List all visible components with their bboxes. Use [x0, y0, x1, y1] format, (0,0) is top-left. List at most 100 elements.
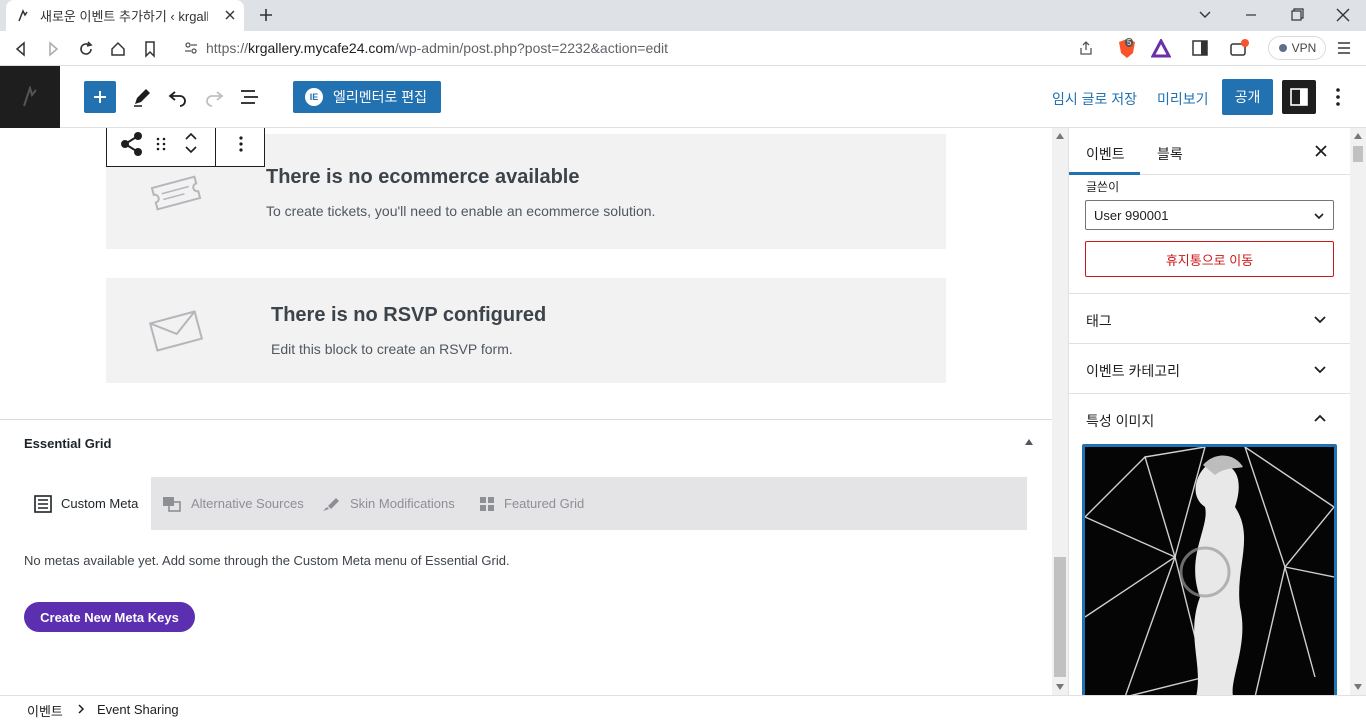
bookmark-icon[interactable]: [141, 40, 159, 58]
vpn-label: VPN: [1291, 41, 1317, 55]
site-favicon-icon: [18, 8, 28, 21]
undo-icon[interactable]: [166, 85, 190, 109]
tab-custom-meta[interactable]: Custom Meta: [24, 477, 151, 530]
back-icon[interactable]: [12, 40, 30, 58]
browser-tab-bar: 새로운 이벤트 추가하기 ‹ krgallery: [0, 0, 1366, 31]
redo-icon[interactable]: [202, 85, 226, 109]
tab-search-chevron-icon[interactable]: [1195, 6, 1215, 24]
close-window-icon[interactable]: [1333, 6, 1353, 24]
tools-pencil-icon[interactable]: [130, 85, 154, 109]
brave-shields-icon[interactable]: 5: [1117, 38, 1137, 60]
minimize-icon[interactable]: [1241, 6, 1261, 24]
chevron-down-icon: [1314, 316, 1326, 324]
scroll-down-icon[interactable]: [1056, 684, 1064, 690]
add-block-button[interactable]: [84, 81, 116, 113]
site-logo-icon: [23, 86, 37, 107]
move-up-icon[interactable]: [183, 130, 199, 142]
rsvp-block[interactable]: There is no RSVP configured Edit this bl…: [106, 278, 946, 383]
tab-custom-meta-label: Custom Meta: [61, 496, 139, 511]
panel-event-categories-label: 이벤트 카테고리: [1086, 363, 1181, 379]
sidebar-scrollbar[interactable]: [1350, 128, 1366, 695]
panel-tags[interactable]: 태그: [1069, 293, 1350, 343]
sidebar-scroll-thumb[interactable]: [1353, 146, 1363, 162]
brave-rewards-icon[interactable]: [1151, 39, 1171, 59]
editor-scroll-thumb[interactable]: [1054, 557, 1066, 677]
edit-with-elementor-button[interactable]: IE 엘리멘터로 편집: [293, 81, 441, 113]
panel-featured-image[interactable]: 특성 이미지: [1069, 393, 1350, 443]
editor-canvas: There is no ecommerce available To creat…: [0, 128, 1052, 695]
tab-skin-modifications[interactable]: Skin Modifications: [321, 477, 455, 530]
ticket-icon: [150, 175, 202, 211]
tab-block[interactable]: 블록: [1157, 144, 1183, 164]
close-sidebar-icon[interactable]: [1312, 142, 1330, 160]
drag-handle-icon[interactable]: [155, 136, 167, 152]
address-bar[interactable]: https://krgallery.mycafe24.com/wp-admin/…: [172, 35, 1106, 62]
more-options-icon[interactable]: [1328, 85, 1348, 109]
wallet-icon[interactable]: [1229, 38, 1251, 58]
collapse-arrow-icon[interactable]: [1024, 438, 1034, 446]
scroll-up-icon[interactable]: [1056, 133, 1064, 139]
share-page-icon[interactable]: [1078, 40, 1094, 56]
panel-tags-label: 태그: [1086, 313, 1112, 329]
save-draft-button[interactable]: 임시 글로 저장: [1052, 89, 1137, 109]
block-options-icon[interactable]: [231, 134, 251, 154]
site-logo-button[interactable]: [0, 66, 60, 128]
publish-button[interactable]: 공개: [1222, 79, 1273, 115]
chevron-down-icon: [1314, 213, 1324, 220]
list-icon: [34, 494, 52, 513]
brush-icon: [323, 497, 339, 511]
forward-icon[interactable]: [44, 40, 62, 58]
panel-featured-image-label: 특성 이미지: [1086, 413, 1155, 429]
url-host: krgallery.mycafe24.com: [248, 40, 395, 56]
browser-menu-icon[interactable]: [1336, 40, 1352, 56]
chevron-down-icon: [1314, 366, 1326, 374]
panel-event-categories[interactable]: 이벤트 카테고리: [1069, 343, 1350, 393]
chevron-up-icon: [1314, 414, 1326, 422]
tab-alternative-sources[interactable]: Alternative Sources: [162, 477, 304, 530]
tab-event[interactable]: 이벤트: [1086, 144, 1125, 164]
url-text: https://krgallery.mycafe24.com/wp-admin/…: [206, 40, 668, 56]
move-down-icon[interactable]: [183, 144, 199, 156]
close-tab-icon[interactable]: [222, 7, 238, 23]
featured-image-preview[interactable]: [1082, 444, 1337, 695]
essential-grid-title: Essential Grid: [24, 436, 112, 451]
elementor-button-label: 엘리멘터로 편집: [333, 89, 428, 105]
author-select[interactable]: User 990001: [1085, 200, 1334, 230]
reload-icon[interactable]: [77, 40, 95, 58]
create-meta-keys-button[interactable]: Create New Meta Keys: [24, 602, 195, 632]
sidebar-tabs: 이벤트 블록: [1069, 128, 1350, 175]
share-block-icon[interactable]: [119, 131, 145, 157]
move-to-trash-button[interactable]: 휴지통으로 이동: [1085, 241, 1334, 277]
browser-toolbar: https://krgallery.mycafe24.com/wp-admin/…: [0, 31, 1366, 66]
essential-grid-info: No metas available yet. Add some through…: [24, 553, 510, 568]
breadcrumb-event[interactable]: 이벤트: [27, 701, 63, 720]
block-toolbar: [106, 128, 265, 167]
url-prefix: https://: [206, 40, 249, 56]
author-select-value: User 990001: [1094, 207, 1169, 223]
vpn-button[interactable]: VPN: [1268, 36, 1326, 60]
home-icon[interactable]: [109, 40, 127, 58]
author-label: 글쓴이: [1086, 180, 1120, 194]
new-tab-icon[interactable]: [257, 6, 275, 24]
tickets-title: There is no ecommerce available: [266, 166, 580, 188]
breadcrumb-event-sharing[interactable]: Event Sharing: [97, 702, 179, 717]
images-icon: [163, 496, 181, 512]
preview-button[interactable]: 미리보기: [1157, 89, 1209, 109]
settings-sidebar: 이벤트 블록 글쓴이 User 990001 휴지통으로 이동 태그 이벤트 카…: [1068, 128, 1350, 695]
document-overview-icon[interactable]: [238, 85, 262, 109]
scroll-down-icon[interactable]: [1354, 684, 1362, 690]
active-tab-indicator: [1069, 172, 1140, 175]
sidebar-toggle-icon: [1290, 88, 1308, 106]
sidebar-panel-icon[interactable]: [1192, 40, 1208, 56]
browser-tab[interactable]: 새로운 이벤트 추가하기 ‹ krgallery: [6, 0, 244, 31]
tab-featured-grid[interactable]: Featured Grid: [479, 477, 584, 530]
editor-scrollbar[interactable]: [1052, 128, 1068, 695]
plus-icon: [94, 91, 106, 103]
site-settings-icon[interactable]: [184, 41, 198, 55]
rsvp-description: Edit this block to create an RSVP form.: [271, 341, 513, 357]
restore-icon[interactable]: [1287, 6, 1307, 24]
chevron-right-icon: [78, 704, 85, 714]
settings-toggle-button[interactable]: [1282, 80, 1316, 114]
scroll-up-icon[interactable]: [1354, 133, 1362, 139]
browser-tab-title: 새로운 이벤트 추가하기 ‹ krgallery: [40, 9, 208, 24]
